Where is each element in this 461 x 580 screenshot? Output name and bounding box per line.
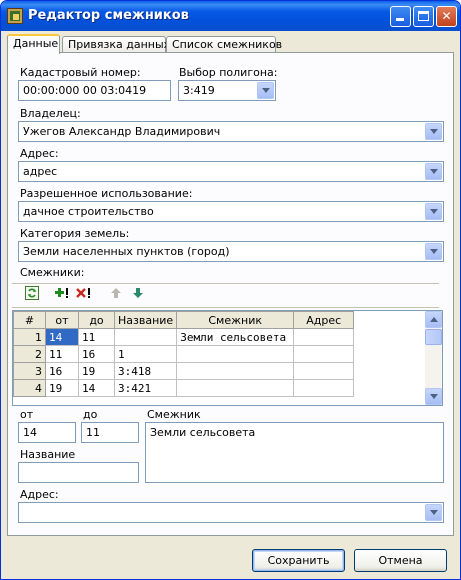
cadastral-label: Кадастровый номер: [20,66,141,79]
table-row[interactable]: 3 16 19 3:418 [13,362,355,380]
window-title: Редактор смежников [28,8,189,23]
refresh-icon[interactable] [22,286,42,304]
detail-address-label: Адрес: [20,488,59,501]
app-icon [7,8,23,24]
cell-neighbor[interactable]: Земли сельсовета [176,328,295,346]
neighbors-label: Смежники: [20,266,85,279]
move-up-icon[interactable] [106,286,126,304]
permitted-use-select[interactable]: дачное строительство [18,201,444,222]
delete-icon[interactable] [74,286,94,304]
minimize-button[interactable] [390,6,411,27]
cell-to[interactable]: 11 [78,328,115,346]
neighbors-grid[interactable]: # от до Название Смежник Адрес 1 14 11 З… [12,310,443,406]
toolbar-divider [12,307,439,308]
neighbors-table: # от до Название Смежник Адрес 1 14 11 З… [13,311,355,397]
detail-from-input[interactable]: 14 [18,422,76,443]
cadastral-input[interactable]: 00:00:000 00 03:0419 [18,80,171,101]
table-row[interactable]: 4 19 14 3:421 [13,379,355,397]
chevron-down-icon[interactable] [425,243,442,260]
cell-to[interactable]: 14 [78,379,115,397]
cell-neighbor[interactable] [176,362,295,380]
detail-from-label: от [20,408,34,421]
polygon-value: 3:419 [183,84,215,97]
close-button[interactable]: ✕ [436,6,457,27]
cell-from[interactable]: 11 [45,345,79,363]
cell-address[interactable] [293,345,355,363]
toolbar-divider [12,283,439,284]
address-select[interactable]: адрес [18,161,444,182]
cell-to[interactable]: 19 [78,362,115,380]
grid-scrollbar[interactable] [425,311,442,405]
column-header-neighbor[interactable]: Смежник [176,311,295,329]
column-header-name[interactable]: Название [113,311,178,329]
title-bar[interactable]: Редактор смежников ✕ [1,1,460,31]
maximize-button[interactable] [413,6,434,27]
cell-neighbor[interactable] [176,345,295,363]
table-header-row: # от до Название Смежник Адрес [13,311,355,329]
land-category-value: Земли населенных пунктов (город) [23,245,230,258]
land-category-label: Категория земель: [20,227,130,240]
cell-from[interactable]: 16 [45,362,79,380]
cell-name[interactable]: 3:418 [113,362,178,380]
row-number: 3 [13,362,46,380]
cell-address[interactable] [293,362,355,380]
chevron-down-icon[interactable] [425,123,442,140]
cell-name[interactable]: 1 [113,345,178,363]
cell-neighbor[interactable] [176,379,295,397]
column-header-from[interactable]: от [45,311,79,329]
owner-label: Владелец: [20,107,81,120]
detail-to-label: до [83,408,98,421]
tab-data-binding[interactable]: Привязка данных [62,36,170,53]
row-number: 2 [13,345,46,363]
chevron-down-icon[interactable] [257,82,274,99]
column-header-address[interactable]: Адрес [293,311,355,329]
address-label: Адрес: [20,147,59,160]
detail-neighbor-label: Смежник [147,408,201,421]
detail-name-input[interactable] [18,462,139,483]
cancel-button[interactable]: Отмена [354,549,447,572]
chevron-down-icon[interactable] [425,504,442,521]
chevron-down-icon[interactable] [425,163,442,180]
detail-address-select[interactable] [18,502,444,523]
land-category-select[interactable]: Земли населенных пунктов (город) [18,241,444,262]
save-button[interactable]: Сохранить [252,549,345,572]
tab-neighbor-list[interactable]: Список смежников [166,36,282,53]
editor-window: Редактор смежников ✕ Данные Привязка дан… [0,0,461,580]
cell-from[interactable]: 14 [45,328,79,346]
column-header-to[interactable]: до [78,311,115,329]
table-row[interactable]: 2 11 16 1 [13,345,355,363]
cell-to[interactable]: 16 [78,345,115,363]
row-number: 1 [13,328,46,346]
tab-data[interactable]: Данные [7,34,60,54]
detail-to-input[interactable]: 11 [81,422,139,443]
move-down-icon[interactable] [128,286,148,304]
chevron-down-icon[interactable] [425,203,442,220]
address-value: адрес [23,165,58,178]
detail-name-label: Название [20,448,76,461]
cell-name[interactable] [113,328,178,346]
owner-value: Ужегов Александр Владимирович [23,125,221,138]
add-icon[interactable] [52,286,72,304]
scroll-up-icon[interactable] [425,311,442,328]
cell-address[interactable] [293,379,355,397]
permitted-use-label: Разрешенное использование: [20,187,193,200]
permitted-use-value: дачное строительство [23,205,154,218]
cell-from[interactable]: 19 [45,379,79,397]
cell-name[interactable]: 3:421 [113,379,178,397]
row-number: 4 [13,379,46,397]
cell-address[interactable] [293,328,355,346]
polygon-select[interactable]: 3:419 [178,80,276,101]
detail-neighbor-textarea[interactable]: Земли сельсовета [145,422,444,483]
column-header-number[interactable]: # [13,311,46,329]
polygon-label: Выбор полигона: [179,66,278,79]
scroll-thumb[interactable] [425,329,442,345]
table-row[interactable]: 1 14 11 Земли сельсовета [13,328,355,346]
owner-select[interactable]: Ужегов Александр Владимирович [18,121,444,142]
scroll-down-icon[interactable] [425,388,442,405]
